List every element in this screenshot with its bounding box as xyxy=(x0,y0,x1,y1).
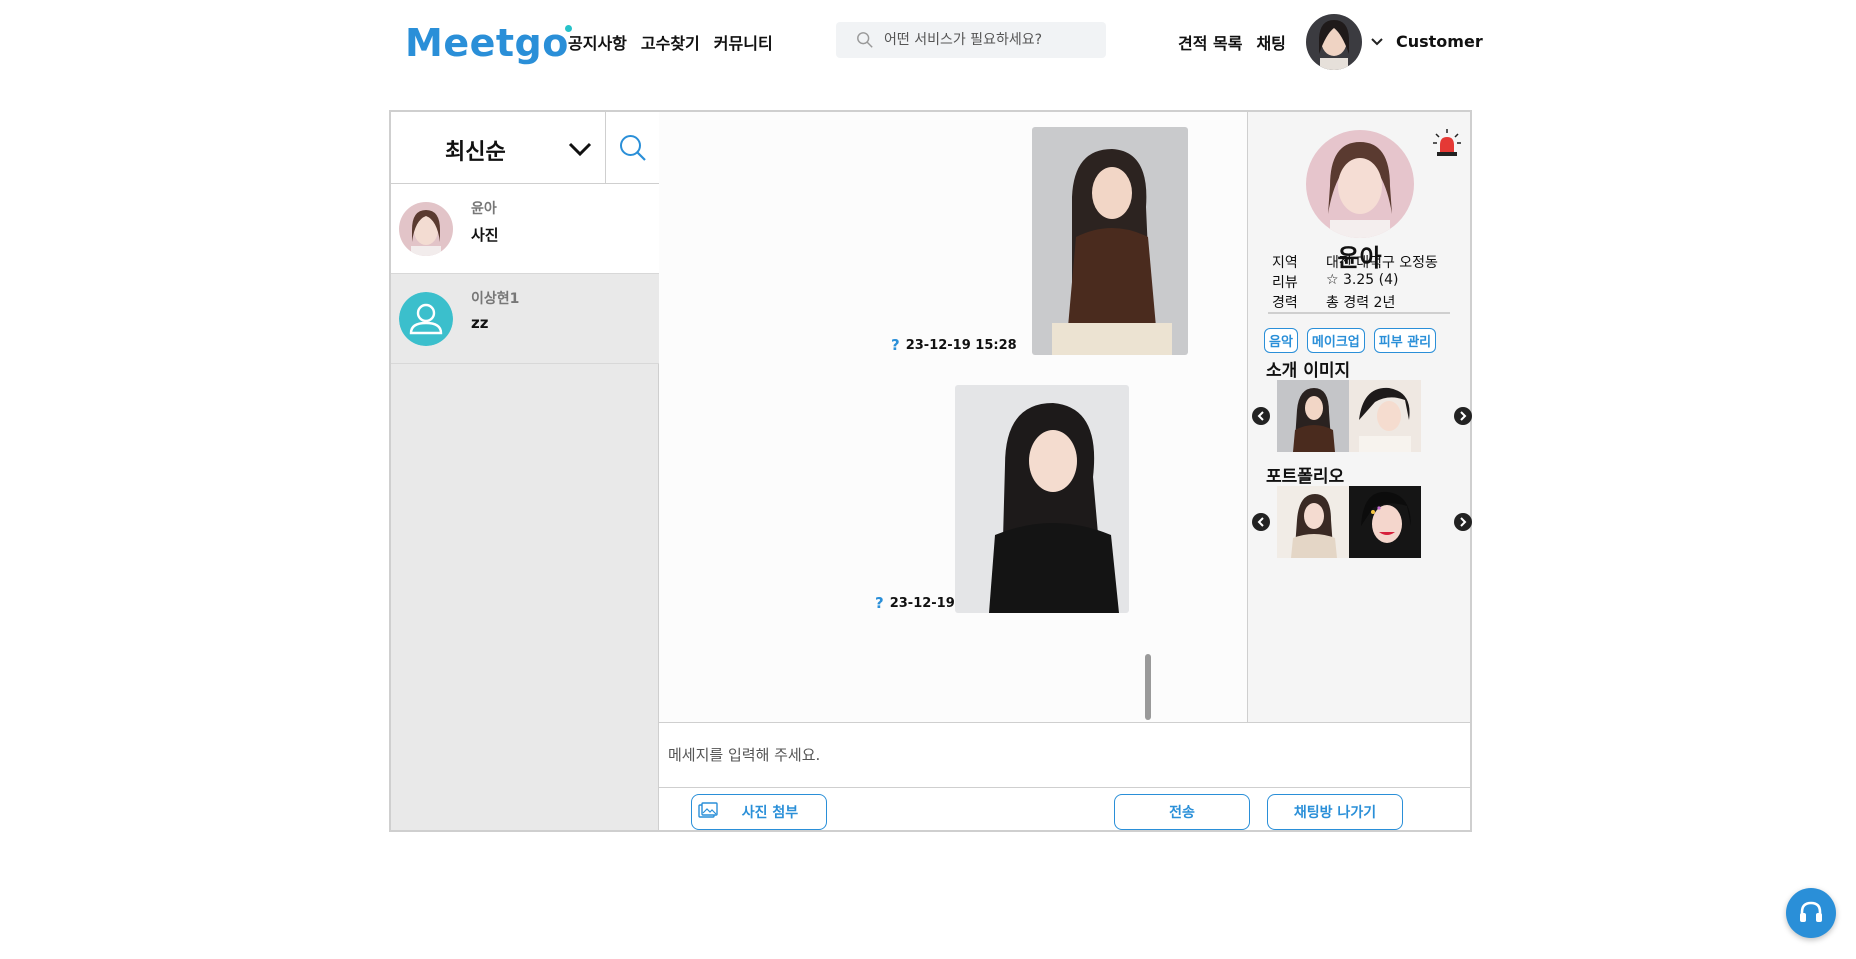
send-button[interactable]: 전송 xyxy=(1114,794,1250,830)
chat-room-item[interactable]: 이상현1 zz xyxy=(391,274,659,364)
attach-photo-button[interactable]: 사진 첨부 xyxy=(691,794,827,830)
info-career: 경력 총 경력 2년 xyxy=(1272,292,1395,312)
intro-images-title: 소개 이미지 xyxy=(1266,361,1351,381)
info-key: 리뷰 xyxy=(1272,275,1298,291)
chevron-left-icon xyxy=(1257,411,1264,421)
room-last-message: zz xyxy=(471,314,489,332)
service-tag[interactable]: 피부 관리 xyxy=(1373,328,1437,353)
message-item: ? 23-12-19 15:28 xyxy=(659,372,1247,632)
room-name: 이상현1 xyxy=(471,291,520,307)
chevron-right-icon xyxy=(1460,411,1467,421)
read-status-icon: ? xyxy=(875,594,884,612)
room-search-button[interactable] xyxy=(605,112,659,184)
user-avatar[interactable] xyxy=(1306,14,1362,70)
sort-bar: 최신순 xyxy=(391,112,659,184)
room-avatar xyxy=(399,202,453,256)
carousel-next-button[interactable] xyxy=(1454,407,1472,425)
info-value: ☆ 3.25 (4) xyxy=(1326,272,1399,288)
message-image[interactable] xyxy=(1032,127,1188,355)
nav-find-expert[interactable]: 고수찾기 xyxy=(641,30,700,54)
top-header: Meetgo 공지사항 고수찾기 커뮤니티 견적 목록 채팅 Customer xyxy=(0,0,1856,84)
message-meta: ? 23-12-19 15:28 xyxy=(891,336,1017,354)
nav-community[interactable]: 커뮤니티 xyxy=(714,30,773,54)
message-item: ? 23-12-19 15:28 xyxy=(659,112,1247,372)
service-tag[interactable]: 메이크업 xyxy=(1306,328,1365,353)
attach-photo-label: 사진 첨부 xyxy=(741,805,799,821)
service-tag[interactable]: 음악 xyxy=(1264,328,1298,353)
chevron-right-icon xyxy=(1460,517,1467,527)
info-value: 대전 대덕구 오정동 xyxy=(1326,255,1438,271)
intro-image-thumb[interactable] xyxy=(1349,380,1421,452)
message-area[interactable]: ? 23-12-19 15:28 ? 23-12-19 15:28 xyxy=(659,112,1247,722)
room-avatar xyxy=(399,292,453,346)
nav-estimate-list[interactable]: 견적 목록 xyxy=(1178,30,1242,54)
info-region: 지역 대전 대덕구 오정동 xyxy=(1272,252,1438,272)
sort-select-label[interactable]: 최신순 xyxy=(445,134,506,166)
read-status-icon: ? xyxy=(891,336,900,354)
user-name[interactable]: Customer xyxy=(1396,32,1483,51)
leave-chat-button[interactable]: 채팅방 나가기 xyxy=(1267,794,1403,830)
divider xyxy=(1268,312,1450,314)
customer-support-button[interactable] xyxy=(1786,888,1836,938)
service-search-box[interactable] xyxy=(836,22,1106,58)
service-tags: 음악 메이크업 피부 관리 xyxy=(1264,328,1437,353)
user-nav: 견적 목록 채팅 xyxy=(1178,30,1286,54)
info-key: 경력 xyxy=(1272,295,1298,311)
portfolio-thumb[interactable] xyxy=(1277,486,1349,558)
chat-window: 최신순 윤아 사진 이상현1 zz ? 23-12-19 15:28 ? 23-… xyxy=(389,110,1472,832)
info-value: 총 경력 2년 xyxy=(1326,295,1396,311)
message-image[interactable] xyxy=(955,385,1129,613)
intro-image-thumb[interactable] xyxy=(1277,380,1349,452)
user-icon xyxy=(399,292,453,346)
service-search-input[interactable] xyxy=(884,32,1094,48)
intro-image-carousel xyxy=(1248,380,1472,454)
portfolio-carousel xyxy=(1248,486,1472,560)
message-input-area xyxy=(659,722,1470,788)
room-name: 윤아 xyxy=(471,201,497,217)
search-icon xyxy=(857,32,873,48)
chevron-down-icon[interactable] xyxy=(1368,33,1386,51)
message-scrollbar[interactable] xyxy=(1145,654,1151,720)
composer-buttons: 사진 첨부 전송 채팅방 나가기 xyxy=(659,788,1470,830)
carousel-next-button[interactable] xyxy=(1454,513,1472,531)
info-review: 리뷰 ☆ 3.25 (4) xyxy=(1272,272,1398,292)
main-nav: 공지사항 고수찾기 커뮤니티 xyxy=(568,30,773,54)
expert-avatar xyxy=(1306,130,1414,238)
portfolio-thumb[interactable] xyxy=(1349,486,1421,558)
siren-report-icon[interactable] xyxy=(1432,128,1462,158)
chat-room-list: 최신순 윤아 사진 이상현1 zz xyxy=(391,112,659,830)
meetgo-logo[interactable]: Meetgo xyxy=(405,18,572,62)
portfolio-title: 포트폴리오 xyxy=(1266,467,1345,487)
chevron-down-icon[interactable] xyxy=(567,138,593,160)
image-icon xyxy=(698,802,718,818)
expert-profile-panel: 윤아 지역 대전 대덕구 오정동 리뷰 ☆ 3.25 (4) 경력 총 경력 2… xyxy=(1247,112,1472,722)
logo-text: Meetgo xyxy=(405,21,569,65)
nav-chat[interactable]: 채팅 xyxy=(1256,30,1285,54)
search-icon xyxy=(619,135,646,161)
info-key: 지역 xyxy=(1272,255,1298,271)
carousel-prev-button[interactable] xyxy=(1252,513,1270,531)
message-timestamp: 23-12-19 15:28 xyxy=(905,337,1017,353)
message-input[interactable] xyxy=(659,723,1470,787)
carousel-prev-button[interactable] xyxy=(1252,407,1270,425)
nav-notice[interactable]: 공지사항 xyxy=(568,30,627,54)
headset-icon xyxy=(1800,901,1822,922)
chevron-left-icon xyxy=(1257,517,1264,527)
room-last-message: 사진 xyxy=(471,226,499,244)
chat-room-item[interactable]: 윤아 사진 xyxy=(391,184,659,274)
